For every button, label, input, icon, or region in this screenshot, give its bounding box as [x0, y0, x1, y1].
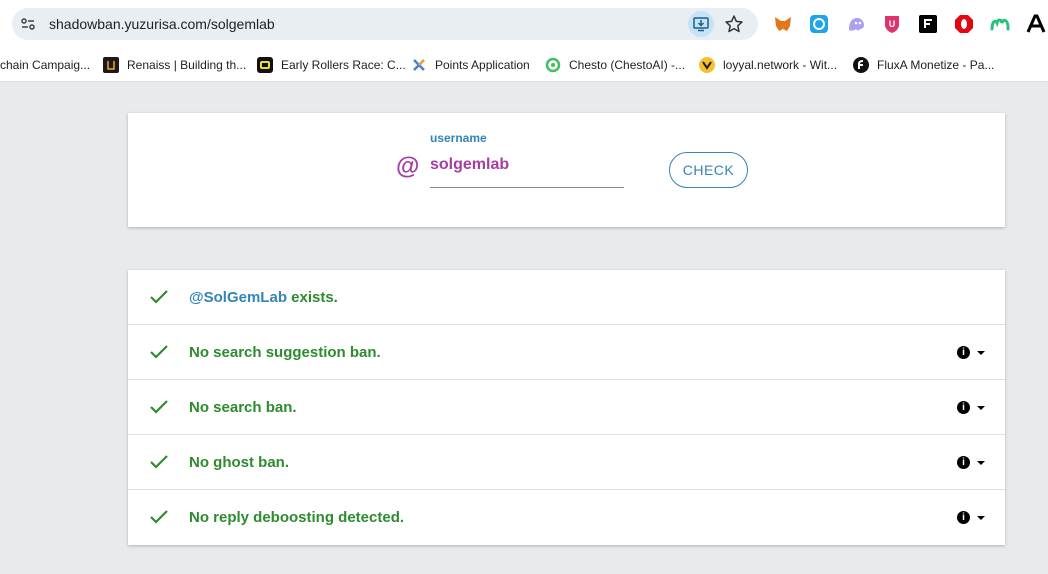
bookmark-label: Chesto (ChestoAI) -... — [569, 58, 686, 72]
dropdown-caret-icon[interactable] — [977, 516, 985, 520]
address-bar[interactable]: shadowban.yuzurisa.com/solgemlab — [12, 8, 758, 40]
result-message: No ghost ban. — [189, 454, 289, 471]
bookmark-item[interactable]: chain Campaig... — [0, 54, 90, 76]
bookmark-label: chain Campaig... — [0, 58, 91, 72]
result-row-search-ban: No search ban. i — [128, 380, 1005, 435]
loyyal-icon — [699, 57, 715, 73]
bookmark-item[interactable]: Early Rollers Race: C... — [257, 54, 406, 76]
check-button[interactable]: CHECK — [669, 152, 748, 188]
username-label: username — [430, 131, 487, 145]
black-a-icon[interactable] — [1026, 14, 1046, 34]
browser-toolbar: shadowban.yuzurisa.com/solgemlab U — [0, 0, 1048, 48]
bookmark-item[interactable]: loyyal.network - Wit... — [699, 54, 837, 76]
metamask-icon[interactable] — [773, 14, 793, 34]
bookmark-item[interactable]: Renaiss | Building th... — [103, 54, 246, 76]
opera-red-icon[interactable] — [954, 14, 974, 34]
u-shield-icon[interactable]: U — [882, 14, 902, 34]
info-icon[interactable]: i — [957, 456, 970, 469]
check-icon — [150, 455, 168, 469]
points-icon — [413, 59, 425, 71]
url-text[interactable]: shadowban.yuzurisa.com/solgemlab — [49, 16, 275, 32]
bookmark-star-icon[interactable] — [724, 14, 744, 34]
result-row-ghost-ban: No ghost ban. i — [128, 435, 1005, 490]
f-square-icon[interactable] — [918, 14, 938, 34]
result-row-reply-deboosting: No reply deboosting detected. i — [128, 490, 1005, 545]
dropdown-caret-icon[interactable] — [977, 461, 985, 465]
result-text: @SolGemLab exists. — [189, 289, 338, 306]
early-rollers-icon — [257, 57, 273, 73]
check-icon — [150, 345, 168, 359]
check-icon — [150, 290, 168, 304]
result-message: No search ban. — [189, 399, 297, 416]
input-underline — [430, 187, 624, 188]
result-row-search-suggestion: No search suggestion ban. i — [128, 325, 1005, 380]
dropdown-caret-icon[interactable] — [977, 406, 985, 410]
bookmark-item[interactable]: Chesto (ChestoAI) -... — [545, 54, 685, 76]
bookmark-item[interactable]: Points Application — [411, 54, 530, 76]
refresh-extension-icon[interactable] — [809, 14, 829, 34]
result-message: exists. — [286, 289, 338, 306]
check-icon — [150, 510, 168, 524]
result-message: No reply deboosting detected. — [189, 509, 405, 526]
svg-text:U: U — [889, 19, 896, 29]
result-handle[interactable]: @SolGemLab — [189, 289, 287, 306]
username-input[interactable]: solgemlab — [430, 156, 509, 174]
info-icon[interactable]: i — [957, 511, 970, 524]
renaiss-icon — [103, 57, 119, 73]
bookmark-label: loyyal.network - Wit... — [723, 58, 838, 72]
result-message: No search suggestion ban. — [189, 344, 381, 361]
bookmark-item[interactable]: FluxA Monetize - Pa... — [853, 54, 994, 76]
bookmark-label: Points Application — [435, 58, 530, 72]
ghost-extension-icon[interactable] — [846, 14, 866, 34]
bookmark-label: Renaiss | Building th... — [127, 58, 247, 72]
chesto-icon — [545, 57, 561, 73]
install-app-button[interactable] — [688, 11, 714, 37]
bookmarks-bar: chain Campaig... Renaiss | Building th..… — [0, 48, 1048, 82]
username-search-card: @ username solgemlab CHECK — [128, 113, 1005, 227]
info-icon[interactable]: i — [957, 346, 970, 359]
install-app-icon — [693, 17, 709, 32]
result-row-exists: @SolGemLab exists. — [128, 270, 1005, 325]
at-symbol: @ — [396, 153, 420, 180]
fluxa-icon — [853, 57, 869, 73]
bookmark-label: FluxA Monetize - Pa... — [877, 58, 995, 72]
info-icon[interactable]: i — [957, 401, 970, 414]
results-card: @SolGemLab exists. No search suggestion … — [128, 270, 1005, 545]
check-icon — [150, 400, 168, 414]
site-settings-icon[interactable] — [20, 16, 36, 32]
dropdown-caret-icon[interactable] — [977, 351, 985, 355]
bookmark-label: Early Rollers Race: C... — [281, 58, 406, 72]
green-m-icon[interactable] — [990, 14, 1010, 34]
